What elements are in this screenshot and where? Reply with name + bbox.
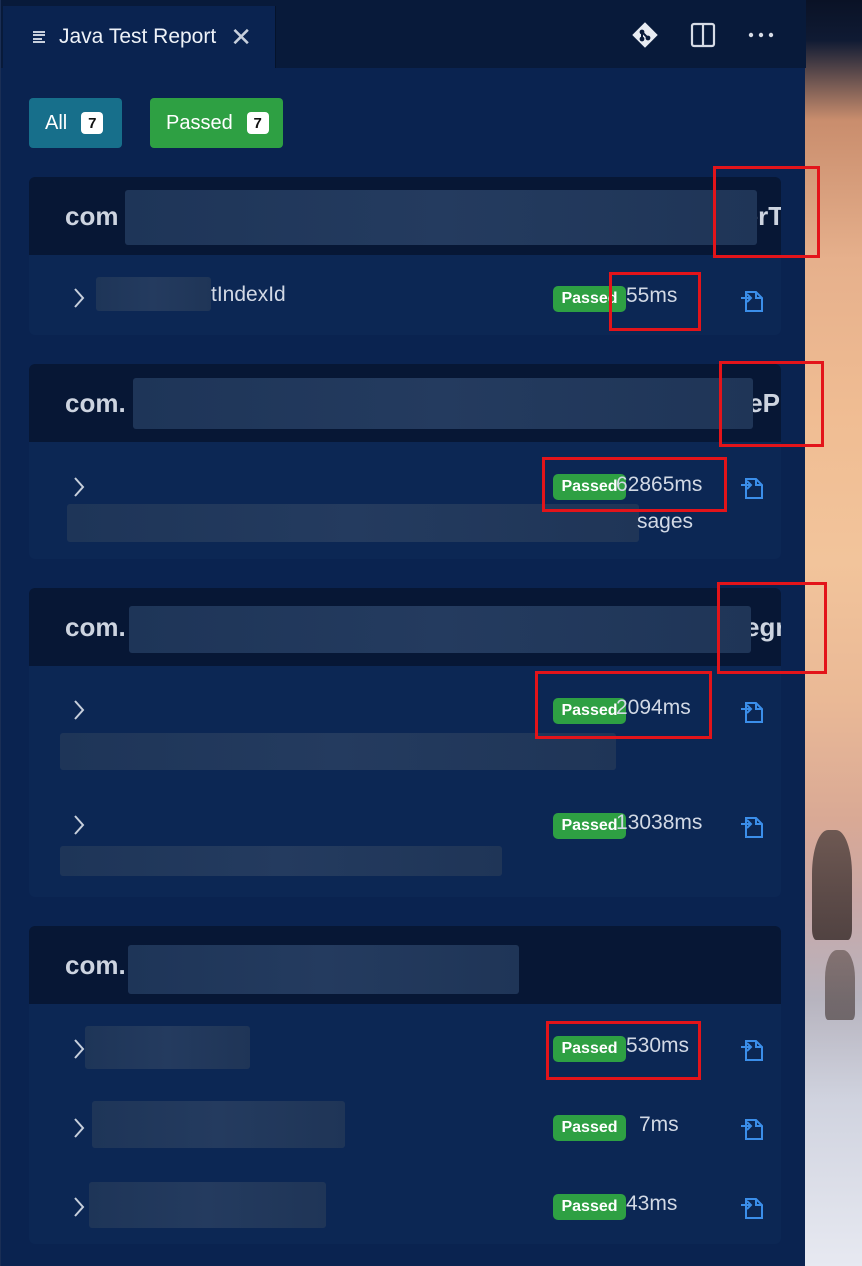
tab-bar: Java Test Report ✕ (1, 0, 806, 68)
highlight-box (719, 361, 824, 447)
chevron-right-icon[interactable] (73, 814, 85, 836)
filter-passed-count: 7 (246, 112, 269, 134)
test-name-tail: sages (637, 510, 694, 533)
redacted-class-name (133, 378, 753, 429)
chevron-right-icon[interactable] (73, 1038, 85, 1060)
redacted-class-name (128, 945, 519, 994)
tab-java-test-report[interactable]: Java Test Report ✕ (3, 6, 276, 68)
go-to-source-icon[interactable] (737, 1113, 767, 1143)
test-name: tIndexId (211, 283, 286, 306)
test-class-card: com. egra Passed 2094ms Passed 13038ms (29, 588, 781, 897)
chevron-right-icon[interactable] (73, 287, 85, 309)
go-to-source-icon[interactable] (737, 1034, 767, 1064)
redacted-test-name (60, 846, 502, 876)
highlight-box (713, 166, 820, 258)
more-actions-icon[interactable] (746, 20, 776, 50)
go-to-source-icon[interactable] (737, 285, 767, 315)
test-duration: 13038ms (616, 811, 703, 834)
git-icon[interactable] (630, 20, 660, 50)
redacted-test-name (60, 733, 616, 770)
filter-all-count: 7 (81, 112, 104, 134)
test-class-card: com. Passed 530ms Passed 7ms Passed 43ms (29, 926, 781, 1244)
filter-all-label: All (45, 111, 68, 134)
highlight-box (609, 272, 701, 331)
chevron-right-icon[interactable] (73, 699, 85, 721)
filter-bar: All 7 Passed 7 (29, 98, 283, 148)
test-duration: 7ms (639, 1113, 679, 1136)
filter-passed-label: Passed (166, 111, 233, 134)
split-editor-icon[interactable] (688, 20, 718, 50)
editor-actions (630, 20, 776, 50)
redacted-test-name (92, 1101, 345, 1148)
test-class-prefix: com. (65, 949, 126, 980)
test-row[interactable]: Passed 7ms (29, 1097, 781, 1157)
go-to-source-icon[interactable] (737, 696, 767, 726)
test-report-panel: Java Test Report ✕ All 7 Passed 7 com rT… (0, 0, 827, 1266)
redacted-test-name (85, 1026, 250, 1069)
go-to-source-icon[interactable] (737, 1192, 767, 1222)
chevron-right-icon[interactable] (73, 476, 85, 498)
highlight-box (546, 1021, 701, 1080)
close-icon[interactable]: ✕ (230, 24, 252, 50)
chevron-right-icon[interactable] (73, 1117, 85, 1139)
test-duration: 43ms (626, 1192, 678, 1215)
redacted-class-name (125, 190, 757, 245)
chevron-right-icon[interactable] (73, 1196, 85, 1218)
test-row[interactable]: Passed 13038ms (29, 795, 781, 887)
test-class-prefix: com. (65, 387, 126, 418)
status-badge: Passed (553, 1115, 626, 1141)
go-to-source-icon[interactable] (737, 472, 767, 502)
tab-title: Java Test Report (59, 25, 217, 48)
test-row[interactable]: Passed 43ms (29, 1176, 781, 1236)
wallpaper-tree (825, 950, 855, 1020)
highlight-box (717, 582, 827, 674)
redacted-class-name (129, 606, 751, 653)
highlight-box (535, 671, 712, 739)
status-badge: Passed (553, 1194, 626, 1220)
test-class-prefix: com. (65, 611, 126, 642)
test-class-prefix: com (65, 200, 119, 231)
filter-all-button[interactable]: All 7 (29, 98, 122, 148)
filter-passed-button[interactable]: Passed 7 (150, 98, 283, 148)
highlight-box (542, 457, 727, 512)
go-to-source-icon[interactable] (737, 811, 767, 841)
redacted-test-name (89, 1182, 326, 1228)
redacted-test-name (96, 277, 211, 311)
wallpaper-tree (812, 830, 852, 940)
list-icon (33, 30, 47, 44)
